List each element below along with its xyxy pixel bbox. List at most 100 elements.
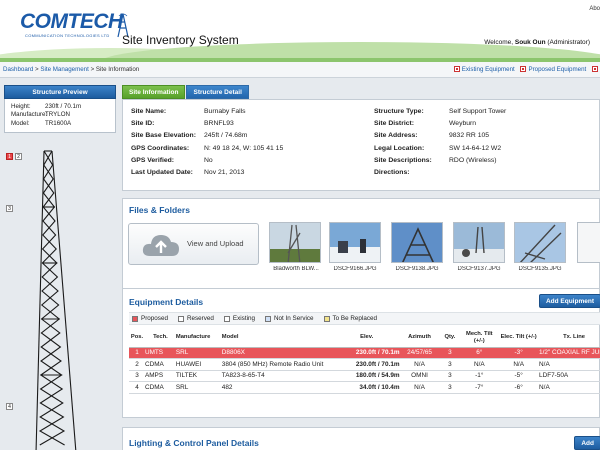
file-caption: DSCF9138.JPG (395, 266, 439, 272)
equipment-row[interactable]: 1 UMTS SRL D8806X 230.0ft / 70.1m 24/57/… (129, 347, 600, 359)
site-descriptions-value: RDO (Wireless) (449, 156, 497, 164)
legend-to-be-replaced-label: To Be Replaced (332, 315, 377, 322)
row-mech-tilt: -1° (460, 370, 499, 382)
row-model: D8806X (221, 347, 334, 359)
more-icon (592, 66, 598, 72)
row-model: 3804 (850 MHz) Remote Radio Unit (221, 358, 334, 371)
equipment-details-panel: Equipment Details Add Equipment Proposed… (122, 288, 600, 418)
welcome-prefix: Welcome, (484, 39, 515, 46)
cloud-upload-icon (142, 235, 179, 256)
file-thumbnail[interactable] (391, 222, 443, 263)
add-lighting-button[interactable]: Add (574, 436, 600, 450)
row-elec-tilt: N/A (498, 358, 540, 371)
view-upload-label: View and Upload (187, 239, 244, 248)
breadcrumb-site-management[interactable]: Site Management (40, 66, 89, 73)
site-address-label: Site Address: (374, 132, 418, 140)
row-model: TA823-8-65-T4 (221, 370, 334, 382)
site-address-value: 9832 RR 105 (449, 132, 490, 140)
legend-not-in-service: Not In Service (264, 315, 314, 322)
col-azimuth[interactable]: Azimuth (399, 329, 440, 348)
manufacturer-label: Manufacture: (11, 111, 48, 119)
file-thumbnail[interactable] (269, 222, 321, 263)
reserved-swatch (177, 315, 184, 322)
tab-site-information[interactable]: Site Information (122, 85, 186, 99)
existing-equipment-link[interactable]: Existing Equipment (462, 66, 515, 73)
breadcrumb-bar: Dashboard > Site Management > Site Infor… (0, 62, 600, 78)
row-elec-tilt: -6° (498, 381, 540, 394)
row-tx-line: LDF7-50A (539, 370, 600, 382)
site-name-label: Site Name: (131, 108, 167, 115)
row-manufacture: HUAWEI (175, 358, 222, 371)
logo-subtitle: COMMUNICATION TECHNOLOGIES LTD (25, 33, 110, 38)
row-azimuth: N/A (399, 358, 440, 371)
file-thumbnail[interactable] (514, 222, 566, 263)
legend-reserved-label: Reserved (186, 315, 214, 322)
col-tech[interactable]: Tech. (144, 329, 176, 348)
row-tx-line: N/A (539, 381, 600, 394)
col-manufacture[interactable]: Manufacture (175, 329, 222, 348)
legal-location-value: SW 14-64-12 W2 (449, 144, 502, 152)
user-name[interactable]: Souk Oun (515, 39, 546, 46)
breadcrumb-current: Site Information (95, 66, 140, 73)
col-pos[interactable]: Pos. (129, 329, 145, 348)
row-elev: 230.0ft / 70.1m (333, 358, 400, 371)
equipment-table-header: Pos. Tech. Manufacture Model Elev. Azimu… (129, 329, 600, 348)
row-pos: 4 (129, 381, 145, 394)
col-tx-line[interactable]: Tx. Line (539, 329, 600, 348)
welcome-message: Welcome, Souk Oun (Administrator) (484, 39, 590, 46)
row-manufacture: SRL (175, 347, 222, 359)
not-in-service-swatch (264, 315, 271, 322)
row-qty: 3 (439, 347, 461, 359)
structure-preview-panel: Structure Preview Height: 230ft / 70.1m M… (4, 85, 116, 450)
app-header: COMTECH COMMUNICATION TECHNOLOGIES LTD S… (0, 0, 600, 62)
gps-coordinates-label: GPS Coordinates: (131, 144, 190, 152)
tab-structure-detail[interactable]: Structure Detail (186, 85, 249, 99)
equipment-row[interactable]: 4 CDMA SRL 482 34.0ft / 10.4m N/A 3 -7° … (129, 381, 600, 394)
site-name-value: Burnaby Falls (204, 108, 246, 115)
add-equipment-button[interactable]: Add Equipment (538, 294, 600, 308)
breadcrumb-dashboard[interactable]: Dashboard (3, 66, 33, 73)
row-pos: 1 (129, 347, 145, 359)
equipment-row[interactable]: 3 AMPS TILTEK TA823-8-65-T4 180.0ft / 54… (129, 370, 600, 382)
file-thumbnail[interactable] (453, 222, 505, 263)
file-caption: DSCF9135.JPG (518, 266, 562, 272)
about-link[interactable]: Abo (589, 6, 600, 12)
equipment-row[interactable]: 2 CDMA HUAWEI 3804 (850 MHz) Remote Radi… (129, 358, 600, 371)
main-content: Site Information Structure Detail Site N… (122, 85, 600, 450)
legend-not-in-service-label: Not In Service (273, 315, 314, 322)
row-elev: 230.0ft / 70.1m (333, 347, 400, 359)
col-model[interactable]: Model (221, 329, 334, 348)
file-thumbnail[interactable] (329, 222, 381, 263)
row-pos: 2 (129, 358, 145, 371)
row-tech: AMPS (144, 370, 176, 382)
row-tx-line: 1/2" COAXIAL RF JUMP (539, 347, 600, 359)
site-id-label: Site ID: (131, 120, 155, 128)
col-elev[interactable]: Elev. (333, 329, 400, 348)
equipment-details-title: Equipment Details (129, 297, 204, 307)
equipment-table: Pos. Tech. Manufacture Model Elev. Azimu… (129, 329, 600, 394)
lattice-tower-graphic (35, 150, 77, 450)
breadcrumb: Dashboard > Site Management > Site Infor… (3, 66, 139, 73)
lighting-control-title: Lighting & Control Panel Details (129, 438, 259, 448)
site-elevation-label: Site Base Elevation: (131, 132, 196, 140)
last-updated-value: Nov 21, 2013 (204, 168, 245, 176)
last-updated-label: Last Updated Date: (131, 168, 193, 176)
proposed-equipment-icon (520, 66, 527, 72)
comtech-logo[interactable]: COMTECH COMMUNICATION TECHNOLOGIES LTD (20, 10, 129, 38)
col-mech-tilt[interactable]: Mech. Tilt (+/-) (460, 329, 499, 348)
proposed-equipment-link[interactable]: Proposed Equipment (528, 66, 586, 73)
col-qty[interactable]: Qty. (439, 329, 461, 348)
site-information-panel: Site Name: Burnaby Falls Site ID: BRNFL93 … (122, 99, 600, 191)
row-tech: CDMA (144, 358, 176, 371)
row-azimuth: 24/57/65 (399, 347, 440, 359)
row-elev: 34.0ft / 10.4m (333, 381, 400, 394)
view-upload-button[interactable]: View and Upload (128, 223, 259, 265)
file-caption: DSCF9166.JPG (333, 266, 377, 272)
row-qty: 3 (439, 358, 461, 371)
equipment-legend-links: Existing Equipment Proposed Equipment (450, 66, 600, 73)
file-thumbnail[interactable] (577, 222, 600, 263)
height-value: 230ft / 70.1m (45, 103, 82, 110)
site-info-left-column: Site Name: Burnaby Falls Site ID: BRNFL93 … (131, 106, 283, 179)
col-elec-tilt[interactable]: Elec. Tilt (+/-) (498, 329, 540, 348)
row-qty: 3 (439, 370, 461, 382)
